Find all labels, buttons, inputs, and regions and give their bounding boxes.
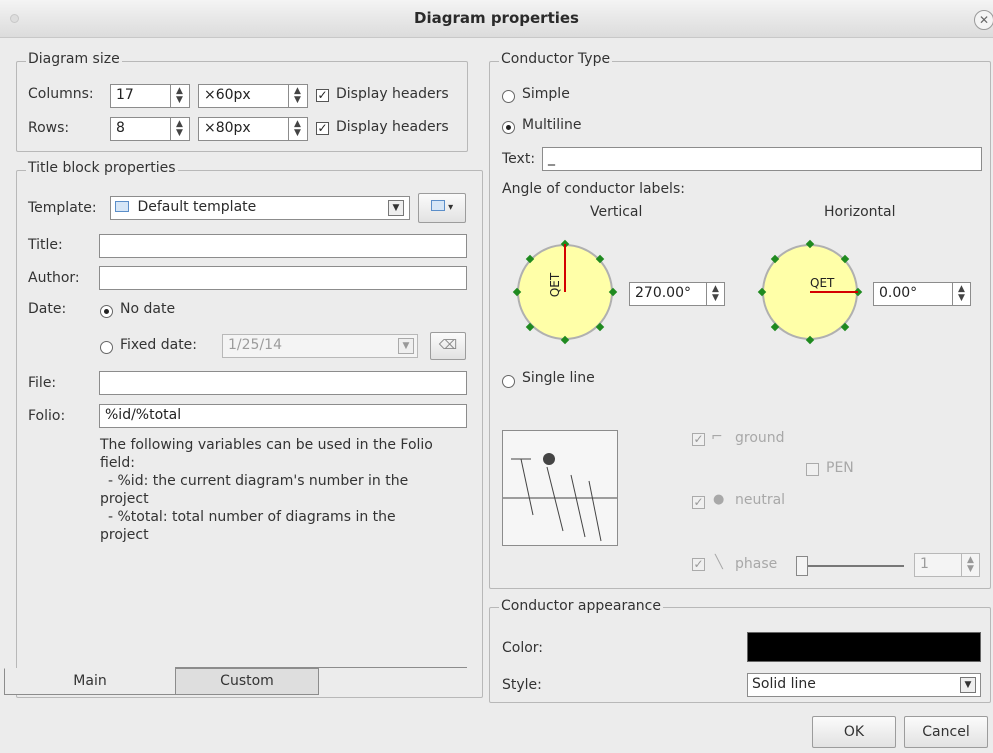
folio-label: Folio: bbox=[28, 408, 66, 424]
rows-value: 8 bbox=[116, 120, 125, 136]
fixed-date-value: 1/25/14 bbox=[228, 337, 282, 353]
file-input[interactable] bbox=[99, 371, 467, 395]
text-label: Text: bbox=[502, 151, 536, 167]
phase-value: 1 bbox=[920, 556, 929, 572]
horizontal-angle-value: 0.00° bbox=[879, 285, 918, 301]
file-label: File: bbox=[28, 375, 57, 391]
phase-slider-handle[interactable] bbox=[796, 556, 808, 576]
vertical-angle-spin-arrows[interactable]: ▲ ▼ bbox=[706, 283, 724, 305]
column-width-spin-arrows[interactable]: ▲ ▼ bbox=[288, 85, 306, 107]
fixed-date-label: Fixed date: bbox=[120, 337, 198, 353]
vertical-needle bbox=[564, 244, 566, 292]
phase-label: phase bbox=[735, 556, 778, 572]
color-picker-button[interactable] bbox=[747, 632, 981, 662]
template-value: Default template bbox=[137, 199, 257, 215]
single-line-preview bbox=[502, 430, 618, 546]
rows-spin-arrows[interactable]: ▲ ▼ bbox=[170, 118, 188, 140]
no-date-label: No date bbox=[120, 301, 176, 317]
style-dropdown-arrow[interactable]: ▼ bbox=[960, 677, 976, 693]
phase-slider-track bbox=[800, 565, 904, 567]
color-label: Color: bbox=[502, 640, 544, 656]
style-value: Solid line bbox=[752, 676, 816, 692]
single-line-preview-drawing bbox=[503, 453, 617, 542]
rows-display-headers-label: Display headers bbox=[336, 119, 449, 135]
pen-label: PEN bbox=[826, 460, 854, 476]
appearance-legend: Conductor appearance bbox=[499, 598, 663, 614]
columns-value: 17 bbox=[116, 87, 134, 103]
rows-display-headers-checkbox[interactable]: ✓ bbox=[316, 122, 329, 135]
help-line: project bbox=[100, 527, 149, 543]
title-input[interactable] bbox=[99, 234, 467, 258]
title-block-legend: Title block properties bbox=[26, 160, 178, 176]
folio-help-text: The following variables can be used in t… bbox=[100, 436, 460, 544]
folio-input[interactable]: %id/%total bbox=[99, 404, 467, 428]
diagram-size-legend: Diagram size bbox=[26, 51, 122, 67]
author-label: Author: bbox=[28, 270, 80, 286]
row-height-spin-arrows[interactable]: ▲ ▼ bbox=[288, 118, 306, 140]
no-date-radio[interactable] bbox=[100, 305, 113, 318]
neutral-icon: ● bbox=[713, 492, 725, 507]
date-label: Date: bbox=[28, 301, 67, 317]
multiline-radio[interactable] bbox=[502, 121, 515, 134]
template-menu-button[interactable]: ▾ bbox=[418, 193, 466, 223]
help-line: project bbox=[100, 491, 149, 507]
ground-label: ground bbox=[735, 430, 785, 446]
columns-label: Columns: bbox=[28, 86, 94, 102]
rows-label: Rows: bbox=[28, 120, 70, 136]
close-icon[interactable]: ✕ bbox=[974, 10, 993, 30]
simple-radio[interactable] bbox=[502, 90, 515, 103]
fixed-date-radio[interactable] bbox=[100, 341, 113, 354]
horizontal-angle-spin-arrows[interactable]: ▲ ▼ bbox=[952, 283, 970, 305]
help-line: - %total: total number of diagrams in th… bbox=[108, 509, 396, 525]
tab-custom[interactable]: Custom bbox=[175, 668, 319, 695]
fixed-date-input[interactable]: 1/25/14 bbox=[222, 334, 418, 358]
help-line: field: bbox=[100, 455, 135, 471]
vertical-angle-value: 270.00° bbox=[635, 285, 691, 301]
horizontal-dial-text: QET bbox=[810, 276, 835, 290]
tab-main[interactable]: Main bbox=[4, 668, 176, 695]
template-label: Template: bbox=[28, 200, 97, 216]
simple-label: Simple bbox=[522, 86, 570, 102]
style-combobox[interactable]: Solid line bbox=[747, 673, 981, 697]
row-height-value: ×80px bbox=[204, 120, 251, 136]
single-line-radio[interactable] bbox=[502, 375, 515, 388]
multiline-label: Multiline bbox=[522, 117, 582, 133]
single-line-label: Single line bbox=[522, 370, 595, 386]
template-edit-icon bbox=[430, 200, 445, 211]
conductor-text-value: _ bbox=[548, 150, 555, 166]
vertical-dial-text: QET bbox=[548, 272, 563, 298]
clear-date-button[interactable]: ⌫ bbox=[430, 332, 466, 360]
fixed-date-dropdown-arrow[interactable]: ▼ bbox=[398, 338, 414, 354]
ground-icon: ⌐ bbox=[711, 429, 723, 445]
title-label: Title: bbox=[28, 237, 63, 253]
window-title: Diagram properties bbox=[414, 9, 579, 27]
author-input[interactable] bbox=[99, 266, 467, 290]
angle-label: Angle of conductor labels: bbox=[502, 181, 685, 197]
cancel-button[interactable]: Cancel bbox=[904, 716, 988, 748]
ground-checkbox[interactable]: ✓ bbox=[692, 433, 705, 446]
columns-display-headers-checkbox[interactable]: ✓ bbox=[316, 89, 329, 102]
template-dropdown-arrow[interactable]: ▼ bbox=[388, 200, 404, 216]
neutral-checkbox[interactable]: ✓ bbox=[692, 496, 705, 509]
help-line: The following variables can be used in t… bbox=[100, 437, 433, 453]
style-label: Style: bbox=[502, 677, 542, 693]
phase-checkbox[interactable]: ✓ bbox=[692, 558, 705, 571]
conductor-type-legend: Conductor Type bbox=[499, 51, 613, 67]
columns-display-headers-label: Display headers bbox=[336, 86, 449, 102]
horizontal-label: Horizontal bbox=[824, 204, 896, 220]
template-combobox[interactable]: Default template bbox=[110, 196, 410, 220]
columns-spin-arrows[interactable]: ▲ ▼ bbox=[170, 85, 188, 107]
neutral-label: neutral bbox=[735, 492, 786, 508]
ok-button[interactable]: OK bbox=[812, 716, 896, 748]
pen-checkbox[interactable] bbox=[806, 463, 819, 476]
phase-icon: ╲ bbox=[715, 555, 723, 570]
horizontal-needle bbox=[810, 291, 858, 293]
help-line: - %id: the current diagram's number in t… bbox=[108, 473, 409, 489]
template-icon bbox=[115, 201, 129, 212]
column-width-value: ×60px bbox=[204, 87, 251, 103]
folio-value: %id/%total bbox=[105, 407, 182, 423]
phase-spin-arrows[interactable]: ▲ ▼ bbox=[961, 554, 979, 576]
vertical-label: Vertical bbox=[590, 204, 643, 220]
conductor-text-input[interactable]: _ bbox=[542, 147, 982, 171]
